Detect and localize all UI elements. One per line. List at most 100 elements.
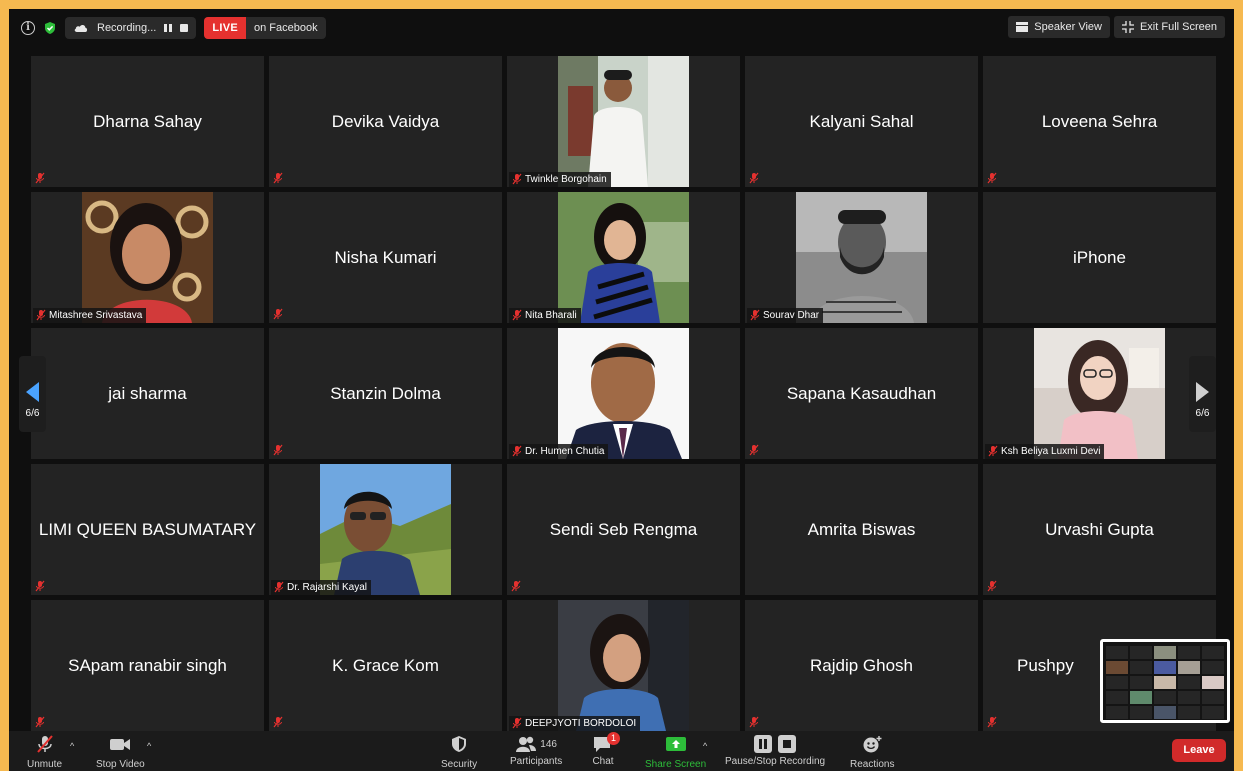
participants-icon [516, 736, 537, 752]
participant-tile[interactable]: Rajdip Ghosh [745, 600, 978, 731]
participant-label: Mitashree Srivastava [33, 308, 147, 323]
participant-tile[interactable]: Nisha Kumari [269, 192, 502, 323]
video-options-caret-icon[interactable]: ^ [147, 741, 151, 751]
participant-tile[interactable]: Dr. Rajarshi Kayal [269, 464, 502, 595]
participant-tile[interactable]: Amrita Biswas [745, 464, 978, 595]
participant-name: Devika Vaidya [331, 111, 440, 131]
participant-video [1034, 328, 1165, 459]
participant-tile[interactable]: Sourav Dhar [745, 192, 978, 323]
participant-video [558, 328, 689, 459]
participant-video [558, 192, 689, 323]
participants-count: 146 [540, 738, 557, 750]
livestream-indicator[interactable]: LIVE on Facebook [204, 17, 326, 39]
muted-mic-icon [273, 308, 283, 320]
participant-name: jai sharma [108, 383, 187, 403]
share-options-caret-icon[interactable]: ^ [703, 741, 707, 751]
participant-tile[interactable]: Kalyani Sahal [745, 56, 978, 187]
muted-mic-icon [511, 580, 521, 592]
participant-name: Amrita Biswas [807, 519, 916, 539]
chat-button[interactable]: 1 Chat [592, 732, 620, 767]
participants-label: Participants [510, 756, 563, 767]
participant-name: Nita Bharali [525, 310, 577, 321]
muted-mic-icon [274, 581, 284, 593]
muted-mic-icon [512, 445, 522, 457]
participant-video [320, 464, 451, 595]
previous-page-button[interactable]: 6/6 [19, 356, 46, 432]
reactions-button[interactable]: Reactions [850, 735, 894, 770]
participant-name: Stanzin Dolma [330, 383, 441, 403]
participant-tile[interactable]: Dharna Sahay [31, 56, 264, 187]
participant-tile[interactable]: Loveena Sehra [983, 56, 1216, 187]
speaker-view-button[interactable]: Speaker View [1008, 16, 1110, 38]
participant-tile[interactable]: SApam ranabir singh [31, 600, 264, 731]
participant-name: Sapana Kasaudhan [786, 383, 937, 403]
reactions-emoji-icon [863, 736, 882, 753]
participant-name: LIMI QUEEN BASUMATARY [38, 519, 257, 539]
audio-options-caret-icon[interactable]: ^ [70, 741, 74, 751]
participant-tile[interactable]: Twinkle Borgohain [507, 56, 740, 187]
pause-icon [754, 735, 773, 753]
stop-video-label: Stop Video [96, 759, 145, 770]
participant-tile[interactable]: Stanzin Dolma [269, 328, 502, 459]
participant-name: Mitashree Srivastava [49, 310, 143, 321]
participant-video [558, 600, 689, 731]
participant-label: Nita Bharali [509, 308, 581, 323]
participant-tile[interactable]: jai sharma [31, 328, 264, 459]
participant-video [558, 56, 689, 187]
participant-name: Kalyani Sahal [809, 111, 914, 131]
participant-tile[interactable]: iPhone [983, 192, 1216, 323]
participant-tile[interactable]: Devika Vaidya [269, 56, 502, 187]
participant-tile[interactable]: Urvashi Gupta [983, 464, 1216, 595]
live-destination: on Facebook [253, 22, 318, 34]
muted-mic-icon [512, 173, 522, 185]
stop-recording-icon[interactable] [180, 24, 189, 32]
muted-mic-icon [988, 445, 998, 457]
participant-name: Dr. Rajarshi Kayal [287, 582, 368, 593]
info-icon[interactable]: i [21, 21, 35, 35]
recording-indicator: Recording... [65, 17, 197, 39]
participant-tile[interactable]: Sendi Seb Rengma [507, 464, 740, 595]
muted-mic-icon [36, 735, 53, 753]
share-screen-button[interactable]: Share Screen [645, 735, 706, 770]
pause-stop-recording-button[interactable]: Pause/Stop Recording [725, 735, 825, 767]
muted-mic-icon [750, 309, 760, 321]
encryption-shield-icon[interactable] [43, 21, 57, 35]
participant-name: Loveena Sehra [1041, 111, 1158, 131]
share-screen-label: Share Screen [645, 759, 707, 770]
leave-meeting-button[interactable]: Leave [1172, 739, 1226, 762]
participant-tile[interactable]: Nita Bharali [507, 192, 740, 323]
participant-name: Ksh Beliya Luxmi Devi [1001, 446, 1101, 457]
next-page-button[interactable]: 6/6 [1189, 356, 1216, 432]
reactions-label: Reactions [850, 759, 895, 770]
pause-recording-icon[interactable] [164, 24, 173, 32]
live-badge: LIVE [204, 17, 246, 39]
participant-name: Urvashi Gupta [1045, 519, 1154, 539]
participant-name: Rajdip Ghosh [809, 655, 913, 675]
security-button[interactable]: Security [441, 735, 477, 770]
participants-button[interactable]: 146 Participants [510, 735, 562, 767]
participant-name: Pushpy [1017, 655, 1074, 675]
gallery-thumbnail-preview[interactable] [1100, 639, 1230, 723]
participant-name: K. Grace Kom [332, 655, 439, 675]
participant-tile[interactable]: LIMI QUEEN BASUMATARY [31, 464, 264, 595]
chat-label: Chat [592, 756, 614, 767]
zoom-meeting-window: i Recording... LIVE on Facebook Speaker … [9, 9, 1234, 771]
participant-tile[interactable]: Mitashree Srivastava [31, 192, 264, 323]
participant-tile[interactable]: Ksh Beliya Luxmi Devi [983, 328, 1216, 459]
participant-tile[interactable]: Dr. Humen Chutia [507, 328, 740, 459]
stop-icon [778, 735, 797, 753]
unmute-button[interactable]: Unmute [27, 735, 62, 770]
chat-unread-badge: 1 [607, 732, 620, 745]
participant-tile[interactable]: K. Grace Kom [269, 600, 502, 731]
participant-tile[interactable]: Sapana Kasaudhan [745, 328, 978, 459]
participant-video [796, 192, 927, 323]
participant-label: Dr. Rajarshi Kayal [271, 580, 372, 595]
participant-name: Sendi Seb Rengma [549, 519, 698, 539]
exit-fullscreen-button[interactable]: Exit Full Screen [1113, 16, 1225, 38]
exit-fullscreen-label: Exit Full Screen [1139, 21, 1217, 33]
participant-video [82, 192, 213, 323]
grid-view-icon [1016, 22, 1029, 32]
participant-tile[interactable]: DEEPJYOTI BORDOLOI [507, 600, 740, 731]
arrow-right-icon [1196, 382, 1209, 402]
stop-video-button[interactable]: Stop Video [96, 735, 145, 770]
